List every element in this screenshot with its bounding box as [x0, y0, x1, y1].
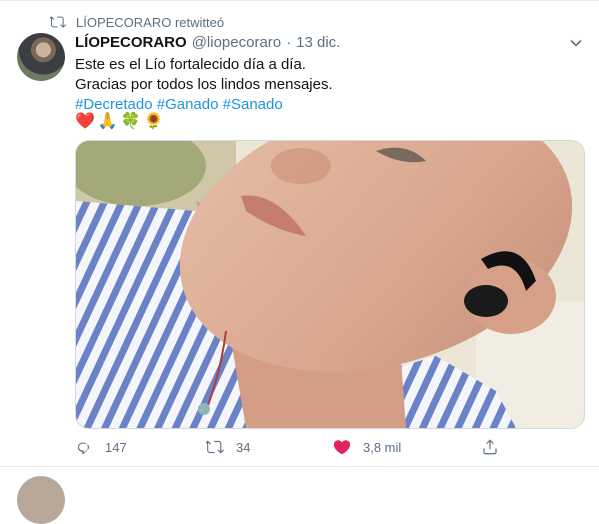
reply-button[interactable]: 147 — [75, 438, 127, 456]
share-button[interactable] — [481, 438, 499, 456]
author-handle[interactable]: @liopecoraro — [192, 34, 281, 51]
heart-emoji: ❤️ — [75, 113, 95, 130]
tweet-header: LÍOPECORARO @liopecoraro · 13 dic. — [75, 34, 340, 51]
reply-icon — [77, 442, 89, 455]
tweet-actions: 147 34 3,8 mil — [75, 436, 585, 458]
next-tweet-avatar[interactable] — [17, 476, 65, 524]
hashtag-ganado[interactable]: #Ganado — [157, 96, 219, 113]
retweet-context-label: LÍOPECORARO retwitteó — [76, 14, 225, 30]
praying-hands-emoji: 🙏 — [97, 113, 118, 130]
retweet-count: 34 — [236, 439, 251, 455]
tweet-text-line-2: Gracias por todos los lindos mensajes. — [75, 76, 333, 93]
reply-count: 147 — [105, 439, 127, 455]
chevron-down-icon[interactable] — [566, 33, 586, 53]
retweet-icon — [206, 440, 224, 454]
header-separator: · — [286, 34, 292, 51]
like-count: 3,8 mil — [363, 439, 402, 455]
author-avatar[interactable] — [17, 33, 65, 81]
hashtag-sanado[interactable]: #Sanado — [223, 96, 283, 113]
share-icon — [483, 439, 497, 455]
retweet-icon — [50, 16, 66, 28]
top-divider — [0, 0, 599, 1]
clover-emoji: 🍀 — [120, 113, 141, 130]
tweet-text-line-1: Este es el Lío fortalecido día a día. — [75, 56, 306, 73]
sunflower-emoji: 🌻 — [143, 113, 164, 130]
tweet-date[interactable]: 13 dic. — [296, 34, 340, 51]
photo-illustration — [76, 141, 584, 428]
tweet-text: Este es el Lío fortalecido día a día. Gr… — [75, 55, 333, 115]
tweet-photo[interactable] — [75, 140, 585, 429]
retweet-button[interactable]: 34 — [206, 438, 250, 456]
bottom-divider — [0, 466, 599, 467]
heart-icon — [333, 440, 351, 455]
emoji-row: ❤️ 🙏 🍀 🌻 — [75, 111, 164, 130]
author-name[interactable]: LÍOPECORARO — [75, 34, 187, 51]
like-button[interactable]: 3,8 mil — [333, 438, 401, 456]
retweet-context[interactable]: LÍOPECORARO retwitteó — [50, 13, 224, 31]
